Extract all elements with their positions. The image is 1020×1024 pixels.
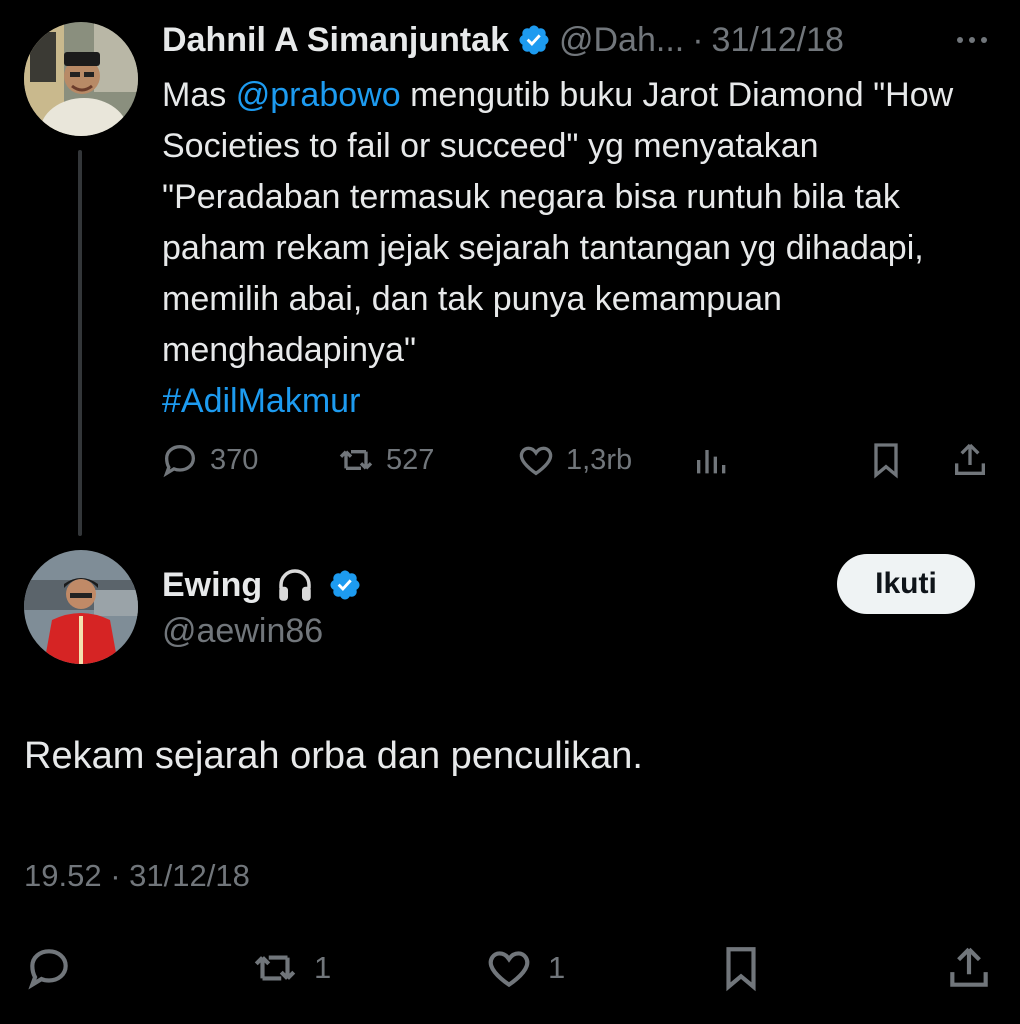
verified-badge-icon [330,570,360,600]
analytics-icon [697,450,726,474]
retweet-button[interactable]: 527 [336,440,434,480]
share-icon [950,947,988,987]
retweet-count: 527 [386,443,435,476]
reply-date[interactable]: 31/12/18 [129,858,250,893]
like-count: 1,3rb [566,443,633,476]
like-button[interactable]: 1,3rb [516,440,632,480]
share-icon [955,443,985,475]
mention-link[interactable]: @prabowo [236,76,401,114]
reply-share-button[interactable] [944,943,994,993]
tweet-text-body: mengutib buku Jarot Diamond "How Societi… [162,76,954,369]
tweet-date[interactable]: 31/12/18 [712,21,844,60]
tweet-text: Mas @prabowo mengutib buku Jarot Diamond… [162,70,1002,427]
reply-time[interactable]: 19.52 [24,858,102,893]
reply-like-button[interactable]: 1 [484,943,565,993]
reply-bookmark-button[interactable] [716,943,766,993]
views-button[interactable] [692,440,732,480]
bookmark-button[interactable] [866,440,906,480]
reply-retweet-button[interactable]: 1 [250,943,331,993]
reply-like-count: 1 [548,950,566,985]
bookmark-icon [726,947,756,992]
reply-author-handle[interactable]: @aewin86 [162,612,323,651]
more-dots-icon[interactable] [952,30,992,50]
reply-separator: · [110,858,121,893]
bookmark-icon [874,443,898,479]
headphones-icon [279,569,311,601]
reply-text: Rekam sejarah orba dan penculikan. [24,735,643,777]
avatar-ewing[interactable] [24,550,138,664]
reply-author-row: Ewing [162,562,362,608]
retweet-icon [254,955,296,981]
reply-reply-button[interactable] [24,943,74,993]
tweet-header: Dahnil A Simanjuntak @Dah... · 31/12/18 [162,18,844,62]
reply-retweet-count: 1 [314,950,332,985]
heart-icon [519,446,553,476]
heart-icon [488,951,530,988]
reply-button[interactable]: 370 [160,440,258,480]
reply-count: 370 [210,443,259,476]
retweet-icon [339,450,373,470]
reply-actions: 1 1 [0,943,1020,997]
thread-line [78,150,82,536]
follow-button[interactable]: Ikuti [837,554,975,614]
avatar-dahnil[interactable] [24,22,138,136]
header-separator: · [692,20,704,59]
reply-meta: 19.52 · 31/12/18 [24,858,250,894]
tweet-text-prefix: Mas [162,76,236,114]
hashtag-link[interactable]: #AdilMakmur [162,382,360,420]
tweet-actions: 370 527 1,3rb [160,440,1000,484]
verified-badge-icon [519,25,549,55]
reply-author-name[interactable]: Ewing [162,566,262,605]
share-button[interactable] [950,440,990,480]
reply-icon [163,444,196,478]
author-name[interactable]: Dahnil A Simanjuntak [162,21,509,60]
author-handle[interactable]: @Dah... [559,21,684,60]
reply-icon [28,949,68,990]
